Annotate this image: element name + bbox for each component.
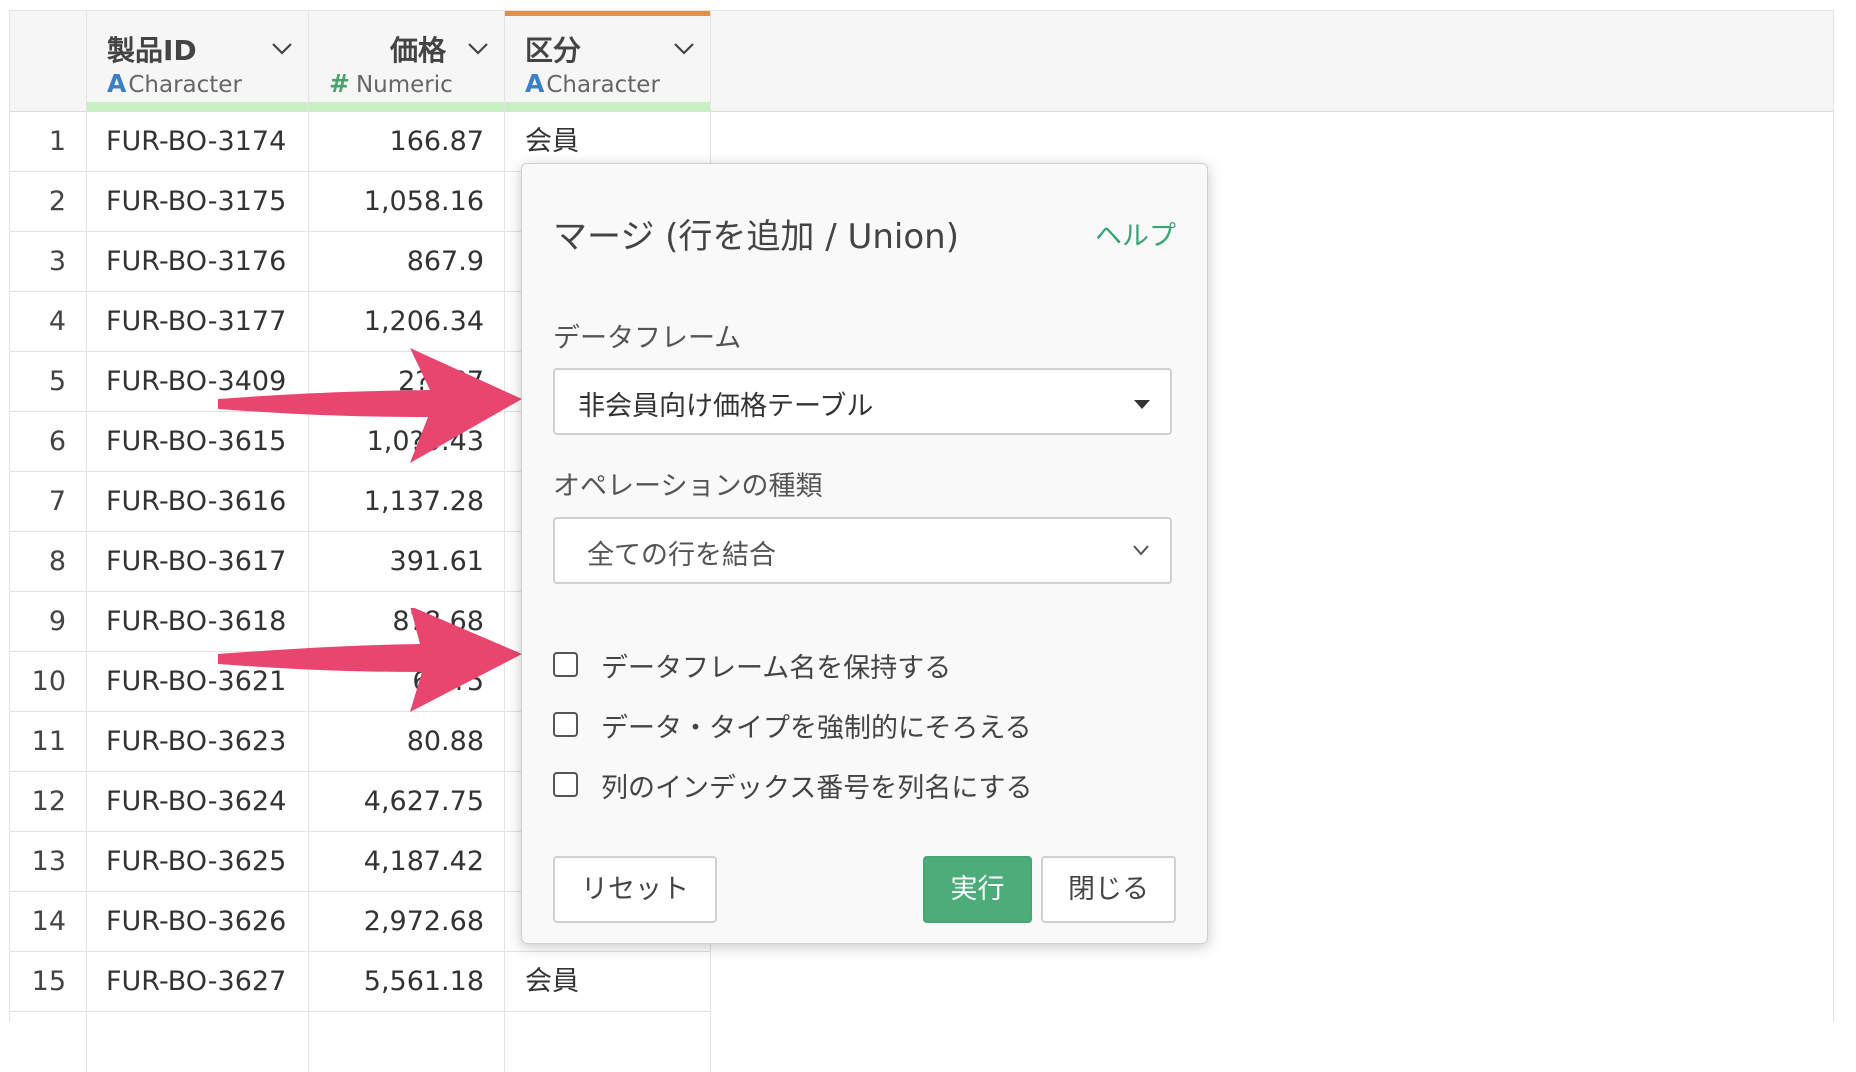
price-cell[interactable]: 2,972.68 bbox=[309, 892, 505, 952]
caret-down-icon bbox=[1134, 400, 1150, 409]
product-id-cell[interactable]: FUR-BO-3617 bbox=[87, 532, 309, 592]
table-row: 15 FUR-BO-3627 5,561.18 会員 bbox=[10, 952, 711, 1012]
chevron-down-icon[interactable] bbox=[672, 39, 696, 59]
column-type: # Numeric bbox=[329, 69, 453, 98]
row-index: 1 bbox=[10, 112, 87, 172]
price-cell[interactable]: 4,627.75 bbox=[309, 772, 505, 832]
quality-bar bbox=[309, 102, 504, 112]
price-cell[interactable]: 1,137.28 bbox=[309, 472, 505, 532]
row-index: 12 bbox=[10, 772, 87, 832]
column-type-label: Character bbox=[128, 72, 242, 98]
category-cell[interactable]: 会員 bbox=[505, 952, 711, 1012]
numeric-type-icon: # bbox=[329, 69, 350, 98]
column-type: ACharacter bbox=[525, 69, 660, 98]
price-cell[interactable]: 1,206.34 bbox=[309, 292, 505, 352]
price-cell[interactable]: 4,187.42 bbox=[309, 832, 505, 892]
checkbox-label: データフレーム名を保持する bbox=[601, 653, 952, 684]
help-link[interactable]: ヘルプ bbox=[1095, 214, 1176, 253]
column-header-category[interactable]: 区分 ACharacter bbox=[505, 11, 711, 112]
annotation-arrow-icon bbox=[218, 348, 522, 463]
price-cell[interactable]: 391.61 bbox=[309, 532, 505, 592]
row-index: 13 bbox=[10, 832, 87, 892]
row-index: 15 bbox=[10, 952, 87, 1012]
row-index: 7 bbox=[10, 472, 87, 532]
price-cell[interactable]: 1,058.16 bbox=[309, 172, 505, 232]
column-header-product-id[interactable]: 製品ID ACharacter bbox=[87, 11, 309, 112]
row-index: 8 bbox=[10, 532, 87, 592]
product-id-cell[interactable]: FUR-BO-3627 bbox=[87, 952, 309, 1012]
checkbox-label: 列のインデックス番号を列名にする bbox=[601, 773, 1033, 804]
row-index: 9 bbox=[10, 592, 87, 652]
column-type-label: Character bbox=[546, 72, 660, 98]
run-button[interactable]: 実行 bbox=[923, 856, 1032, 923]
row-index: 10 bbox=[10, 652, 87, 712]
quality-bar bbox=[505, 102, 710, 112]
price-cell[interactable]: 166.87 bbox=[309, 112, 505, 172]
column-type-label: Numeric bbox=[355, 72, 453, 98]
operation-type-label: オペレーションの種類 bbox=[553, 471, 823, 502]
row-index-header bbox=[10, 11, 87, 112]
dataframe-select-value: 非会員向け価格テーブル bbox=[578, 391, 874, 422]
column-type: ACharacter bbox=[107, 69, 242, 98]
checkbox-box[interactable] bbox=[553, 652, 578, 677]
column-name: 製品ID bbox=[107, 34, 197, 67]
product-id-cell[interactable]: FUR-BO-3175 bbox=[87, 172, 309, 232]
row-index: 14 bbox=[10, 892, 87, 952]
operation-type-select[interactable]: 全ての行を結合 bbox=[553, 517, 1172, 584]
row-index: 11 bbox=[10, 712, 87, 772]
column-header-row: 製品ID ACharacter 価格 # Numeric 区分 ACharacte… bbox=[10, 11, 1833, 112]
character-type-icon: A bbox=[525, 69, 545, 98]
product-id-cell[interactable]: FUR-BO-3176 bbox=[87, 232, 309, 292]
checkbox-box[interactable] bbox=[553, 772, 578, 797]
table-row bbox=[10, 1012, 711, 1072]
product-id-cell[interactable] bbox=[87, 1012, 309, 1072]
product-id-cell[interactable]: FUR-BO-3616 bbox=[87, 472, 309, 532]
checkbox-box[interactable] bbox=[553, 712, 578, 737]
product-id-cell[interactable]: FUR-BO-3625 bbox=[87, 832, 309, 892]
annotation-arrow-icon bbox=[218, 608, 522, 712]
product-id-cell[interactable]: FUR-BO-3623 bbox=[87, 712, 309, 772]
merge-union-dialog: マージ (行を追加 / Union) ヘルプ データフレーム 非会員向け価格テー… bbox=[521, 163, 1208, 944]
chevron-down-icon bbox=[1133, 545, 1149, 556]
dialog-title: マージ (行を追加 / Union) bbox=[553, 217, 959, 257]
product-id-cell[interactable]: FUR-BO-3624 bbox=[87, 772, 309, 832]
column-name: 価格 bbox=[389, 34, 446, 67]
row-index bbox=[10, 1012, 87, 1072]
dataframe-select[interactable]: 非会員向け価格テーブル bbox=[553, 368, 1172, 435]
operation-type-select-value: 全ての行を結合 bbox=[587, 540, 776, 571]
price-cell[interactable]: 5,561.18 bbox=[309, 952, 505, 1012]
character-type-icon: A bbox=[107, 69, 127, 98]
row-index: 5 bbox=[10, 352, 87, 412]
category-cell[interactable] bbox=[505, 1012, 711, 1072]
row-index: 6 bbox=[10, 412, 87, 472]
product-id-cell[interactable]: FUR-BO-3626 bbox=[87, 892, 309, 952]
checkbox-label: データ・タイプを強制的にそろえる bbox=[601, 713, 1032, 744]
active-column-indicator bbox=[505, 11, 710, 16]
chevron-down-icon[interactable] bbox=[270, 39, 294, 59]
quality-bar bbox=[87, 102, 308, 112]
dataframe-label: データフレーム bbox=[553, 323, 742, 354]
price-cell[interactable]: 867.9 bbox=[309, 232, 505, 292]
close-button[interactable]: 閉じる bbox=[1041, 856, 1176, 923]
product-id-cell[interactable]: FUR-BO-3174 bbox=[87, 112, 309, 172]
reset-button[interactable]: リセット bbox=[553, 856, 717, 923]
price-cell[interactable]: 80.88 bbox=[309, 712, 505, 772]
row-index: 3 bbox=[10, 232, 87, 292]
chevron-down-icon[interactable] bbox=[466, 39, 490, 59]
price-cell[interactable] bbox=[309, 1012, 505, 1072]
column-header-price[interactable]: 価格 # Numeric bbox=[309, 11, 505, 112]
row-index: 2 bbox=[10, 172, 87, 232]
column-name: 区分 bbox=[525, 34, 582, 67]
product-id-cell[interactable]: FUR-BO-3177 bbox=[87, 292, 309, 352]
row-index: 4 bbox=[10, 292, 87, 352]
